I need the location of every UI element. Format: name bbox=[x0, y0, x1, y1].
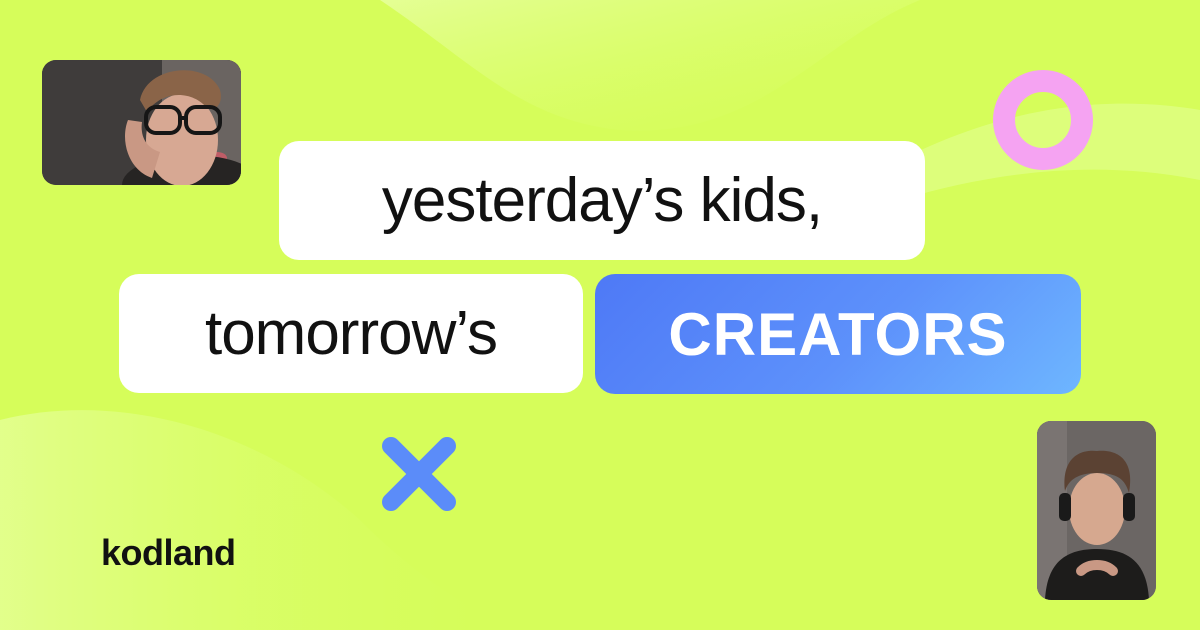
headline-line-1-text: yesterday’s kids, bbox=[381, 166, 823, 235]
person-photo-glasses-icon bbox=[42, 60, 241, 185]
banner: yesterday’s kids, tomorrow’s CREATORS ko… bbox=[0, 0, 1200, 630]
person-photo-headphones-icon bbox=[1037, 421, 1156, 600]
headline-highlight: CREATORS bbox=[595, 274, 1081, 394]
headline-line-2-text: tomorrow’s bbox=[204, 299, 498, 368]
headline-line-1: yesterday’s kids, bbox=[279, 141, 925, 260]
participant-photo-1 bbox=[42, 60, 241, 185]
ring-icon bbox=[993, 70, 1093, 170]
cross-icon bbox=[382, 437, 456, 511]
headline-line-2: tomorrow’s bbox=[119, 274, 583, 393]
brand-logo: kodland bbox=[101, 532, 236, 573]
headline-highlight-text: CREATORS bbox=[668, 300, 1008, 368]
participant-photo-2 bbox=[1037, 421, 1156, 600]
